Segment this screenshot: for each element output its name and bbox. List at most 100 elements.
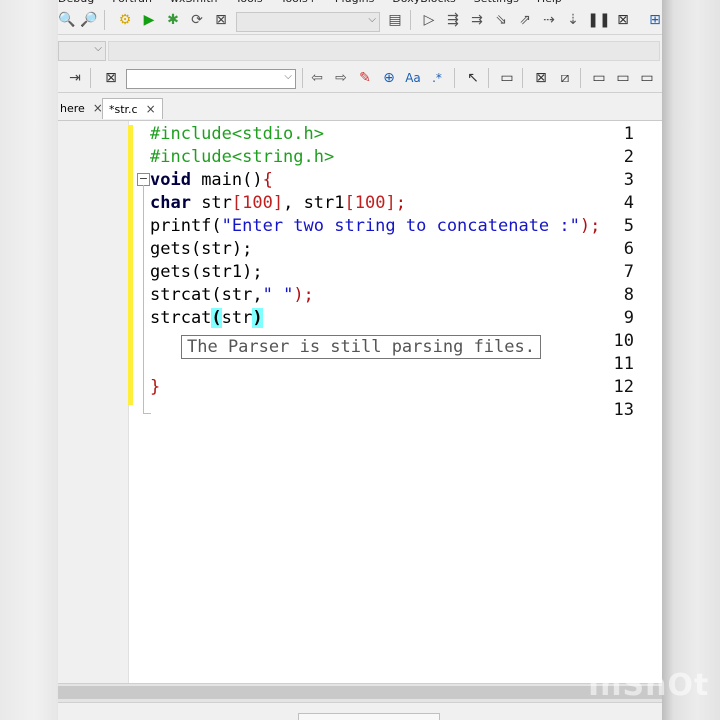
line-number: 13	[613, 400, 634, 420]
debug-continue-icon[interactable]: ▷	[420, 11, 438, 29]
tab-str-c[interactable]: *str.c ×	[102, 98, 163, 119]
code-line-8: strcat(str," ");	[150, 285, 314, 305]
code-line-12: }	[150, 377, 161, 397]
fold-end	[143, 413, 151, 414]
toolbar-separator	[580, 68, 581, 88]
step-out-icon[interactable]: ⇗	[516, 11, 534, 29]
code-line-7: gets(str1);	[150, 262, 263, 282]
layout-icon-2[interactable]: ▭	[614, 69, 632, 87]
menu-item[interactable]: Plugins	[335, 0, 374, 5]
matched-paren-open: (	[211, 308, 222, 328]
menu-item[interactable]: wxSmith	[170, 0, 218, 5]
layout-icon-3[interactable]: ▭	[638, 69, 656, 87]
next-instruction-icon[interactable]: ⇢	[540, 11, 558, 29]
line-number: 6	[623, 239, 634, 259]
line-number: 12	[613, 377, 634, 397]
close-icon[interactable]: ×	[146, 102, 156, 116]
horizontal-scrollbar[interactable]	[58, 683, 662, 702]
toolbar-separator	[454, 68, 455, 88]
search-input[interactable]: ⌵	[126, 69, 296, 89]
code-line-2: #include<string.h>	[150, 147, 335, 167]
block-icon[interactable]: ▭	[498, 69, 516, 87]
build-and-run-icon[interactable]: ✱	[164, 11, 182, 29]
select-cursor-icon[interactable]: ↖	[464, 69, 482, 87]
line-number: 11	[613, 354, 634, 374]
menu-item[interactable]: Fortran	[112, 0, 152, 5]
editor-tabs: here × *str.c ×	[58, 96, 662, 121]
line-number: 3	[623, 170, 634, 190]
code-line-9: strcat(str)	[150, 308, 263, 328]
line-number: 9	[623, 308, 634, 328]
selected-text-only-icon[interactable]: ⊕	[380, 69, 398, 87]
line-number: 10	[613, 331, 634, 351]
toolbar-separator	[522, 68, 523, 88]
status-field	[298, 713, 440, 720]
menu-item[interactable]: Tools	[235, 0, 262, 5]
code-line-1: #include<stdio.h>	[150, 124, 324, 144]
tab-label: *str.c	[109, 102, 138, 116]
line-number: 1	[623, 124, 634, 144]
rebuild-icon[interactable]: ⟳	[188, 11, 206, 29]
toolbar-separator	[302, 68, 303, 88]
line-number: 7	[623, 262, 634, 282]
find-previous-icon[interactable]: ⇦	[308, 69, 326, 87]
toolbar-separator	[104, 10, 105, 30]
scope-select[interactable]: ⌵	[58, 41, 106, 61]
line-number: 4	[623, 193, 634, 213]
menu-item[interactable]: Tools+	[281, 0, 317, 5]
match-case-icon[interactable]: Aa	[404, 69, 422, 87]
decision-icon[interactable]: ⊠	[532, 69, 550, 87]
loop-icon[interactable]: ⧄	[556, 69, 574, 87]
search-icon[interactable]: 🔍	[58, 11, 76, 29]
function-select[interactable]	[108, 41, 660, 61]
toolbar-separator	[90, 68, 91, 88]
replace-icon[interactable]: 🔎	[80, 11, 98, 29]
codeblocks-window: Debug Fortran wxSmith Tools Tools+ Plugins Dox…	[58, 0, 662, 720]
code-editor[interactable]: 1 2 3 4 5 6 7 8 9 10 11 12 13 − #include<stdio.h> #i…	[58, 121, 662, 683]
code-line-5: printf("Enter two string to concatenate …	[150, 216, 601, 236]
run-icon[interactable]: ▶	[140, 11, 158, 29]
menu-item[interactable]: Help	[537, 0, 562, 5]
stop-debugger-icon[interactable]: ⊠	[614, 11, 632, 29]
debug-windows-icon[interactable]: ⊞	[646, 11, 662, 29]
matched-paren-close: )	[252, 308, 263, 328]
line-number-gutter	[58, 121, 129, 683]
right-blur-margin	[662, 0, 720, 720]
step-into-icon[interactable]: ⇘	[492, 11, 510, 29]
run-to-cursor-icon[interactable]: ⇶	[444, 11, 462, 29]
left-blur-margin	[0, 0, 58, 720]
build-target-select[interactable]: ⌵	[236, 12, 380, 32]
toolbar-separator	[410, 10, 411, 30]
jump-icon[interactable]: ⇥	[66, 69, 84, 87]
inshot-watermark: InShOt	[588, 668, 710, 703]
toolbar-search: ⇥ ⊠ ⌵ ⇦ ⇨ ✎ ⊕ Aa .* ↖ ▭ ⊠ ⧄ ▭ ▭ ▭	[58, 64, 662, 93]
menu-item[interactable]: Debug	[58, 0, 94, 5]
scrollbar-thumb[interactable]	[58, 686, 662, 699]
abort-icon[interactable]: ⊠	[212, 11, 230, 29]
pause-icon[interactable]: ❚❚	[587, 11, 610, 29]
clear-search-icon[interactable]: ⊠	[102, 69, 120, 87]
show-log-icon[interactable]: ▤	[386, 11, 404, 29]
step-instruction-icon[interactable]: ⇣	[564, 11, 582, 29]
line-number: 8	[623, 285, 634, 305]
find-next-icon[interactable]: ⇨	[332, 69, 350, 87]
next-line-icon[interactable]: ⇉	[468, 11, 486, 29]
status-bar	[58, 702, 662, 720]
parser-calltip: The Parser is still parsing files.	[181, 335, 541, 359]
highlight-icon[interactable]: ✎	[356, 69, 374, 87]
layout-icon-1[interactable]: ▭	[590, 69, 608, 87]
code-line-3: void main(){	[150, 170, 273, 190]
toolbar-code-completion: ⌵	[58, 36, 662, 65]
line-number: 2	[623, 147, 634, 167]
toolbar-separator	[488, 68, 489, 88]
menu-item[interactable]: DoxyBlocks	[392, 0, 455, 5]
fold-line	[143, 185, 144, 414]
toolbar-build: 🔍 🔎 ⚙ ▶ ✱ ⟳ ⊠ ⌵ ▤ ▷ ⇶ ⇉ ⇘ ⇗ ⇢ ⇣ ❚❚ ⊠ ⊞	[58, 6, 662, 35]
changed-lines-marker	[128, 125, 133, 405]
menu-item[interactable]: Settings	[474, 0, 519, 5]
code-line-6: gets(str);	[150, 239, 253, 259]
regex-icon[interactable]: .*	[428, 69, 446, 87]
build-gear-icon[interactable]: ⚙	[116, 11, 134, 29]
tab-label: here	[60, 101, 85, 115]
code-line-4: char str[100], str1[100];	[150, 193, 406, 213]
